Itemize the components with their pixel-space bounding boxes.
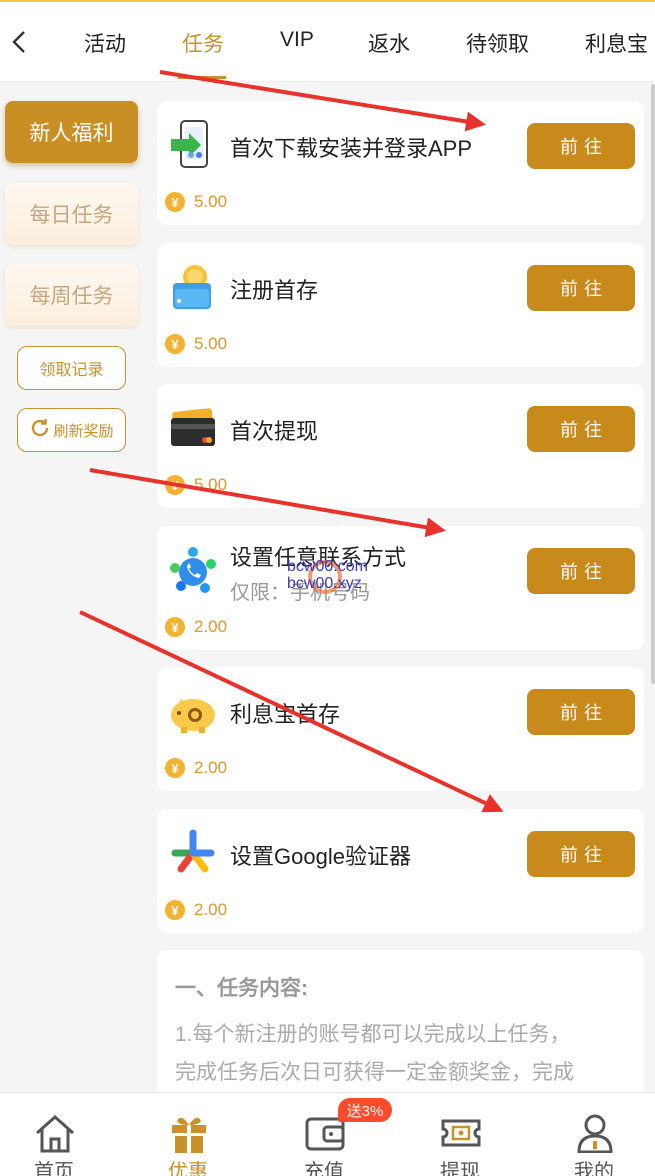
coin-icon: ¥ [165, 334, 185, 354]
records-label: 领取记录 [39, 362, 104, 379]
records-button[interactable]: 领取记录 [17, 346, 126, 390]
sidebar-item-newbie[interactable]: 新人福利 [5, 101, 138, 163]
task-card: 设置Google验证器 前往 ¥ 2.00 [157, 809, 644, 933]
task-reward: ¥ 5.00 [165, 334, 227, 354]
refresh-rewards-button[interactable]: 刷新奖励 [17, 408, 126, 452]
sidebar-item-daily[interactable]: 每日任务 [5, 183, 138, 245]
back-arrow-icon[interactable] [6, 26, 36, 58]
go-button[interactable]: 前往 [527, 123, 635, 169]
google-authenticator-icon [167, 827, 219, 879]
coin-icon: ¥ [165, 900, 185, 920]
tab-tasks[interactable]: 任务 [182, 28, 224, 58]
tab-interest[interactable]: 利息宝 [585, 28, 648, 58]
go-button[interactable]: 前往 [527, 406, 635, 452]
task-title: 设置Google验证器 [230, 844, 411, 869]
bottom-nav: 首页 优惠 充值 提现 我的 [0, 1092, 655, 1176]
coin-icon: ¥ [165, 475, 185, 495]
top-accent-line [0, 0, 655, 2]
home-icon [36, 1114, 74, 1153]
nav-withdraw[interactable]: 提现 [410, 1093, 510, 1176]
reward-value: 2.00 [194, 617, 228, 636]
info-line: 1.每个新注册的账号都可以完成以上任务， [175, 1023, 571, 1046]
watermark-line: bcw00.xyz [287, 575, 362, 592]
top-tab-bar: 活动 任务 VIP 返水 待领取 利息宝 [0, 0, 655, 82]
task-card: 注册首存 前往 ¥ 5.00 [157, 243, 644, 367]
task-reward: ¥ 2.00 [165, 617, 227, 637]
watermark: bcw00.com bcw00.xyz [287, 558, 368, 592]
nav-label: 优惠 [168, 1161, 208, 1176]
task-card: 利息宝首存 前往 ¥ 2.00 [157, 667, 644, 791]
tab-activity[interactable]: 活动 [84, 28, 126, 58]
nav-label: 我的 [574, 1161, 614, 1176]
active-tab-indicator [178, 76, 226, 79]
bank-card-icon [167, 402, 219, 454]
task-title: 首次下载安装并登录APP [230, 136, 473, 161]
wallet-coin-icon [167, 261, 219, 313]
reward-value: 5.00 [194, 334, 228, 353]
phone-download-icon [167, 119, 219, 171]
tab-pending[interactable]: 待领取 [466, 28, 529, 58]
refresh-icon [29, 417, 51, 444]
nav-promotions[interactable]: 优惠 [138, 1093, 238, 1176]
gift-icon [172, 1117, 206, 1153]
reward-value: 5.00 [194, 192, 228, 211]
tab-rebate[interactable]: 返水 [368, 28, 410, 58]
go-button[interactable]: 前往 [527, 831, 635, 877]
reward-value: 2.00 [194, 758, 228, 777]
tab-vip[interactable]: VIP [280, 28, 314, 52]
task-card: 设置任意联系方式 仅限：手机号码 前往 ¥ 2.00 [157, 526, 644, 650]
task-title: 利息宝首存 [230, 702, 341, 727]
recharge-bonus-badge: 送3% [338, 1098, 392, 1122]
task-card: 首次提现 前往 ¥ 5.00 [157, 384, 644, 508]
watermark-line: bcw00.com [287, 558, 368, 575]
info-heading: 一、任务内容: [175, 977, 308, 1000]
nav-home[interactable]: 首页 [4, 1093, 104, 1176]
nav-label: 提现 [440, 1161, 480, 1176]
piggy-bank-icon [167, 685, 219, 737]
coin-icon: ¥ [165, 192, 185, 212]
ticket-icon [441, 1119, 481, 1147]
go-button[interactable]: 前往 [527, 548, 635, 594]
nav-profile[interactable]: 我的 [544, 1093, 644, 1176]
coin-icon: ¥ [165, 617, 185, 637]
go-button[interactable]: 前往 [527, 265, 635, 311]
task-reward: ¥ 5.00 [165, 192, 227, 212]
task-reward: ¥ 5.00 [165, 475, 227, 495]
task-card: 首次下载安装并登录APP 前往 ¥ 5.00 [157, 101, 644, 225]
coin-icon: ¥ [165, 758, 185, 778]
task-title: 首次提现 [230, 419, 319, 444]
scrollbar[interactable] [651, 84, 655, 684]
task-reward: ¥ 2.00 [165, 900, 227, 920]
nav-label: 充值 [304, 1161, 344, 1176]
sidebar-item-weekly[interactable]: 每周任务 [5, 264, 138, 326]
task-reward: ¥ 2.00 [165, 758, 227, 778]
task-title: 注册首存 [230, 278, 319, 303]
refresh-label: 刷新奖励 [53, 422, 114, 440]
info-line: 完成任务后次日可获得一定金额奖金，完成 [175, 1061, 574, 1084]
reward-value: 2.00 [194, 900, 228, 919]
go-button[interactable]: 前往 [527, 689, 635, 735]
nav-label: 首页 [34, 1161, 74, 1176]
user-icon [577, 1114, 613, 1153]
reward-value: 5.00 [194, 475, 228, 494]
contact-apps-icon [167, 544, 219, 596]
